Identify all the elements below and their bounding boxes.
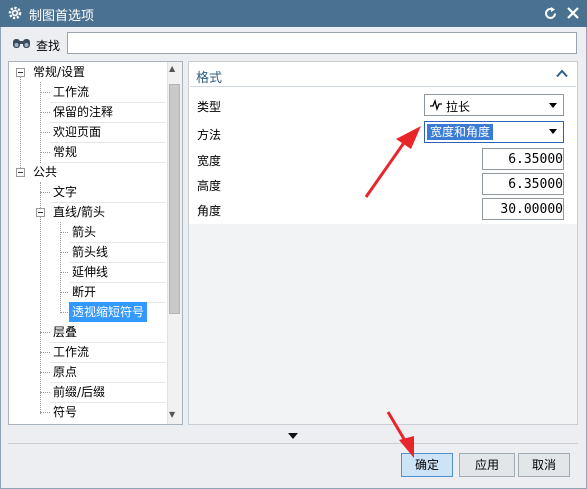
tree-item-workflow[interactable]: 工作流 <box>53 82 89 102</box>
tree-item-general-settings[interactable]: 常规/设置 <box>33 62 85 82</box>
binoculars-icon <box>13 39 30 48</box>
width-input[interactable]: 6.35000 <box>482 148 564 170</box>
ok-button[interactable]: 确定 <box>401 453 453 477</box>
tree-item-foreshortening-symbol[interactable]: 透视缩短符号 <box>69 302 148 322</box>
tree-connector <box>60 232 68 233</box>
apply-button[interactable]: 应用 <box>459 453 515 477</box>
scrollbar-thumb[interactable] <box>169 84 180 314</box>
tree-item-origin[interactable]: 原点 <box>53 362 77 382</box>
tree-item-retained-annotations[interactable]: 保留的注释 <box>53 102 113 122</box>
tree-connector <box>40 372 50 373</box>
tree-connector <box>20 77 21 172</box>
method-label: 方法 <box>197 128 222 142</box>
tree-connector <box>40 412 50 413</box>
scroll-up-arrow-icon[interactable]: ▲ <box>169 64 175 73</box>
tree-connector <box>60 312 68 313</box>
cancel-button[interactable]: 取消 <box>518 453 570 477</box>
tree-item-common[interactable]: 公共 <box>33 162 57 182</box>
expand-more-icon[interactable] <box>288 433 298 439</box>
search-input[interactable] <box>67 32 577 54</box>
tree-item-arrow-line[interactable]: 箭头线 <box>72 242 108 262</box>
type-select-value: 拉长 <box>446 100 471 114</box>
tree-item-general[interactable]: 常规 <box>53 142 77 162</box>
tree-item-extension-line[interactable]: 延伸线 <box>72 262 108 282</box>
scroll-down-arrow-icon[interactable]: ▼ <box>169 410 175 419</box>
gear-icon <box>8 6 22 20</box>
zigzag-line-icon <box>430 98 442 112</box>
tree-connector <box>40 132 50 133</box>
tree-item-lines-arrows[interactable]: 直线/箭头 <box>53 202 105 222</box>
tree-connector <box>40 332 50 333</box>
tree-connector <box>40 392 50 393</box>
footer-divider <box>8 443 578 444</box>
tree-connector <box>40 112 50 113</box>
tree-item-welcome-page[interactable]: 欢迎页面 <box>53 122 101 142</box>
height-input[interactable]: 6.35000 <box>482 173 564 195</box>
tree-item-symbols[interactable]: 符号 <box>53 402 77 422</box>
tree-item-prefix-suffix[interactable]: 前缀/后缀 <box>53 382 105 402</box>
tree-connector <box>60 292 68 293</box>
tree-connector <box>60 272 68 273</box>
tree-item-workflow-2[interactable]: 工作流 <box>53 342 89 362</box>
group-divider <box>190 86 576 87</box>
collapse-toggle-general[interactable] <box>16 68 25 77</box>
type-select[interactable]: 拉长 <box>424 94 564 116</box>
window-title: 制图首选项 <box>29 9 95 24</box>
title-bar: 制图首选项 <box>0 0 587 27</box>
width-label: 宽度 <box>197 154 222 168</box>
reset-icon[interactable] <box>543 6 558 21</box>
method-dropdown-button[interactable] <box>544 123 562 141</box>
tree-item-arrowhead[interactable]: 箭头 <box>72 222 96 242</box>
angle-input[interactable]: 30.00000 <box>482 198 564 220</box>
method-select[interactable]: 宽度和角度 <box>424 121 564 143</box>
collapse-toggle-common[interactable] <box>16 168 25 177</box>
chevron-down-icon <box>549 103 557 108</box>
height-label: 高度 <box>197 179 222 193</box>
search-label: 查找 <box>36 39 61 53</box>
tree-item-stacking[interactable]: 层叠 <box>53 322 77 342</box>
format-group-title: 格式 <box>196 71 223 86</box>
tree-connector <box>40 92 50 93</box>
tree-item-break[interactable]: 断开 <box>72 282 96 302</box>
angle-label: 角度 <box>197 204 222 218</box>
chevron-down-icon <box>549 129 557 134</box>
tree-connector <box>40 192 50 193</box>
tree-connector <box>60 222 61 313</box>
collapse-toggle-lines-arrows[interactable] <box>36 208 45 217</box>
tree-connector <box>60 252 68 253</box>
method-select-value: 宽度和角度 <box>427 124 494 140</box>
tree-connector <box>40 152 50 153</box>
row-separator <box>50 162 166 163</box>
tree-connector <box>40 352 50 353</box>
tree-connector <box>40 82 41 163</box>
tree-item-text[interactable]: 文字 <box>53 182 77 202</box>
type-label: 类型 <box>197 100 222 114</box>
close-icon[interactable] <box>566 6 580 20</box>
chevron-up-icon[interactable] <box>556 69 568 78</box>
